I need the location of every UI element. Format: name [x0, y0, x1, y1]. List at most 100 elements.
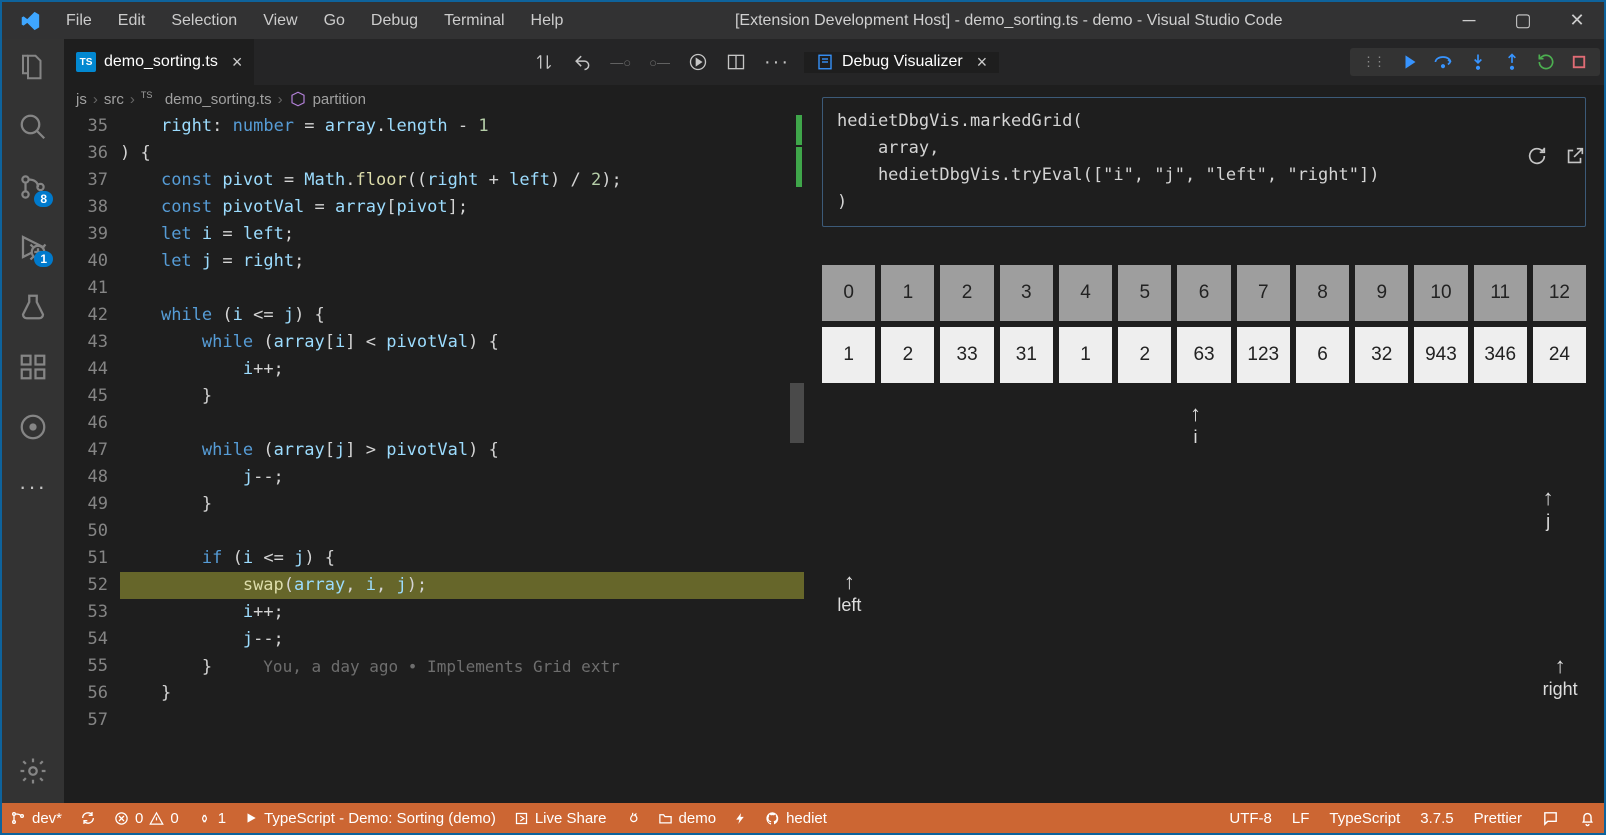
grid-value-cell: 943 — [1414, 327, 1467, 383]
grid-marker: ↑j — [1543, 485, 1554, 532]
tab-label: Debug Visualizer — [842, 53, 963, 71]
popout-icon[interactable] — [1564, 145, 1586, 167]
grid-value-cell: 32 — [1355, 327, 1408, 383]
status-bar: dev* 0 0 1 TypeScript - Demo: Sorting (d… — [2, 803, 1604, 833]
refresh-icon[interactable] — [1526, 145, 1548, 167]
breadcrumb-item[interactable]: partition — [313, 91, 366, 108]
test-icon[interactable] — [15, 289, 51, 325]
breadcrumb-item[interactable]: demo_sorting.ts — [165, 91, 272, 108]
debug-launch[interactable]: TypeScript - Demo: Sorting (demo) — [244, 810, 496, 827]
menu-item[interactable]: View — [251, 6, 309, 36]
close-tab-icon[interactable]: × — [232, 52, 243, 73]
symbol-method-icon — [289, 90, 307, 108]
grid-marker: ↑right — [1543, 653, 1578, 700]
grid-value-cell: 2 — [1118, 327, 1171, 383]
breadcrumb-item[interactable]: js — [76, 91, 87, 108]
restart-icon[interactable] — [1536, 52, 1556, 72]
continue-icon[interactable] — [1398, 52, 1418, 72]
editor-tab[interactable]: TS demo_sorting.ts × — [64, 39, 255, 85]
go-back-icon[interactable] — [572, 52, 592, 72]
grid-value-cell: 31 — [1000, 327, 1053, 383]
grid-value-cell: 63 — [1177, 327, 1230, 383]
live-share[interactable]: Live Share — [514, 810, 607, 827]
menu-bar: FileEditSelectionViewGoDebugTerminalHelp — [54, 6, 575, 36]
bell-icon[interactable] — [1579, 810, 1596, 827]
grid-value-cell: 2 — [881, 327, 934, 383]
menu-item[interactable]: Edit — [106, 6, 158, 36]
split-icon[interactable] — [726, 52, 746, 72]
compare-icon[interactable] — [534, 52, 554, 72]
grid-value-cell: 33 — [940, 327, 993, 383]
grid-index-cell: 10 — [1414, 265, 1467, 321]
step-into-icon[interactable] — [1468, 52, 1488, 72]
step-over-icon[interactable] — [1432, 52, 1454, 72]
extensions-icon[interactable] — [15, 349, 51, 385]
circle2-icon[interactable]: ○— — [649, 55, 670, 70]
more-icon[interactable]: ··· — [15, 469, 51, 505]
menu-item[interactable]: Selection — [159, 6, 249, 36]
problems[interactable]: 0 0 — [114, 810, 179, 827]
encoding[interactable]: UTF-8 — [1229, 810, 1272, 827]
search-icon[interactable] — [15, 109, 51, 145]
folder[interactable]: demo — [658, 810, 717, 827]
menu-item[interactable]: File — [54, 6, 104, 36]
vscode-logo — [16, 7, 44, 35]
grid-index-cell: 2 — [940, 265, 993, 321]
more-actions-icon[interactable]: ··· — [764, 51, 790, 74]
bolt-icon[interactable] — [734, 811, 747, 826]
min-button[interactable]: ─ — [1442, 2, 1496, 39]
grid-index-cell: 9 — [1355, 265, 1408, 321]
max-button[interactable]: ▢ — [1496, 2, 1550, 39]
close-tab-icon[interactable]: × — [977, 52, 988, 73]
ts-file-icon: TS — [141, 90, 159, 108]
grid-index-cell: 11 — [1474, 265, 1527, 321]
grid-index-cell: 0 — [822, 265, 875, 321]
github-user[interactable]: hediet — [765, 810, 827, 827]
grid-index-cell: 8 — [1296, 265, 1349, 321]
breadcrumb-item[interactable]: src — [104, 91, 124, 108]
scrollbar[interactable] — [790, 113, 804, 803]
grid-value-cell: 123 — [1237, 327, 1290, 383]
breadcrumb[interactable]: js› src› TS demo_sorting.ts› partition — [64, 85, 804, 113]
circle-icon[interactable]: —○ — [610, 55, 631, 70]
visualizer-tab[interactable]: Debug Visualizer × — [804, 52, 1000, 73]
menu-item[interactable]: Go — [312, 6, 357, 36]
menu-item[interactable]: Debug — [359, 6, 430, 36]
grid-value-cell: 346 — [1474, 327, 1527, 383]
grid-marker: ↑i — [1190, 401, 1201, 448]
grid-marker: ↑left — [837, 569, 861, 616]
source-control-icon[interactable] — [15, 169, 51, 205]
prettier[interactable]: Prettier — [1474, 810, 1522, 827]
run-icon[interactable] — [688, 52, 708, 72]
menu-item[interactable]: Terminal — [432, 6, 516, 36]
ts-version[interactable]: 3.7.5 — [1420, 810, 1453, 827]
grid-value-cell: 24 — [1533, 327, 1586, 383]
visualizer-grid: 0123456789101112 12333112631236329433462… — [822, 265, 1586, 383]
close-button[interactable]: ✕ — [1550, 2, 1604, 39]
flame-icon[interactable] — [625, 811, 640, 826]
code-editor[interactable]: 3536373839404142434445464748495051525354… — [64, 113, 804, 803]
visualizer-expression[interactable]: hedietDbgVis.markedGrid( array, hedietDb… — [822, 97, 1586, 227]
git-graph-icon[interactable] — [15, 409, 51, 445]
grid-index-cell: 3 — [1000, 265, 1053, 321]
lang-mode[interactable]: TypeScript — [1329, 810, 1400, 827]
grid-value-cell: 1 — [822, 327, 875, 383]
step-out-icon[interactable] — [1502, 52, 1522, 72]
grid-index-cell: 4 — [1059, 265, 1112, 321]
feedback-icon[interactable] — [1542, 810, 1559, 827]
menu-item[interactable]: Help — [519, 6, 576, 36]
ts-file-icon: TS — [76, 52, 96, 72]
explorer-icon[interactable] — [15, 49, 51, 85]
grid-index-cell: 5 — [1118, 265, 1171, 321]
git-branch[interactable]: dev* — [10, 810, 62, 827]
eol[interactable]: LF — [1292, 810, 1310, 827]
debug-toolbar[interactable]: ⋮⋮ — [1350, 48, 1600, 76]
stop-icon[interactable] — [1570, 53, 1588, 71]
sync-icon[interactable] — [80, 810, 96, 826]
debug-icon[interactable] — [15, 229, 51, 265]
tab-label: demo_sorting.ts — [104, 53, 218, 71]
grid-index-cell: 12 — [1533, 265, 1586, 321]
tasks[interactable]: 1 — [197, 810, 226, 827]
drag-handle-icon[interactable]: ⋮⋮ — [1362, 54, 1384, 70]
settings-icon[interactable] — [15, 753, 51, 789]
